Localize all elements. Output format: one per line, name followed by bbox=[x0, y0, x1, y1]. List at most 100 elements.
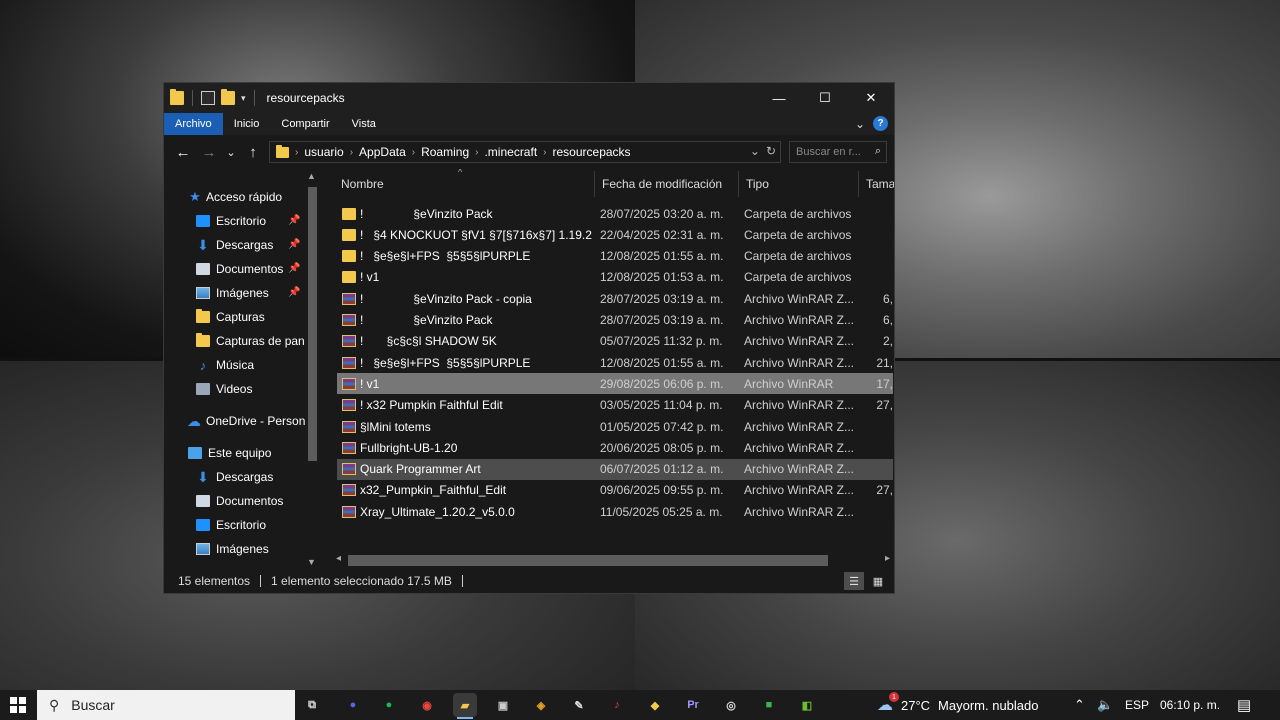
windows-start-icon[interactable] bbox=[10, 697, 26, 713]
back-arrow-icon[interactable]: ← bbox=[170, 144, 196, 161]
file-row[interactable]: ! v1 29/08/2025 06:06 p. m. Archivo WinRAR… bbox=[337, 373, 893, 395]
sidebar-item-escritorio[interactable]: Escritorio bbox=[196, 209, 266, 233]
column-size[interactable]: Tamaí bbox=[859, 169, 894, 199]
chevron-right-icon[interactable]: › bbox=[475, 147, 478, 158]
sidebar-scrollbar[interactable]: ▲ ▼ bbox=[305, 171, 319, 567]
sidebar-item-onedrive[interactable]: ☁ OneDrive - Person bbox=[186, 409, 305, 433]
forward-arrow-icon[interactable]: → bbox=[196, 144, 222, 161]
tab-compartir[interactable]: Compartir bbox=[270, 113, 340, 135]
scroll-right-icon[interactable]: ▸ bbox=[885, 553, 890, 564]
title-bar[interactable]: ▾ resourcepacks — ☐ ✕ bbox=[164, 83, 894, 113]
column-type[interactable]: Tipo bbox=[739, 169, 857, 199]
taskbar-search[interactable]: ⚲ Buscar bbox=[37, 690, 295, 720]
folder-icon[interactable] bbox=[170, 89, 184, 105]
file-row[interactable]: Quark Programmer Art 06/07/2025 01:12 a. … bbox=[337, 458, 893, 480]
customize-toolbar-icon[interactable]: ▾ bbox=[241, 93, 246, 104]
scroll-up-icon[interactable]: ▲ bbox=[307, 171, 316, 181]
store-icon[interactable]: ▣ bbox=[491, 693, 515, 717]
inkscape-icon[interactable]: ✎ bbox=[567, 693, 591, 717]
file-row[interactable]: ! §eVinzito Pack 28/07/2025 03:19 a. m. Ar… bbox=[337, 310, 893, 331]
grass-block-icon[interactable]: ◧ bbox=[795, 693, 819, 717]
sidebar-item-quick-access[interactable]: ★ Acceso rápido bbox=[188, 185, 282, 209]
address-history-chevron-icon[interactable]: ⌄ bbox=[750, 144, 760, 158]
pin-icon[interactable]: 📌 bbox=[288, 287, 300, 298]
sidebar-item-videos[interactable]: Videos bbox=[196, 377, 252, 401]
chevron-right-icon[interactable]: › bbox=[412, 147, 415, 158]
sidebar-item-capturas-de-pantalla[interactable]: Capturas de pan bbox=[196, 329, 305, 353]
file-row[interactable]: ! §c§c§l SHADOW 5K 05/07/2025 11:32 p. m.… bbox=[337, 331, 893, 352]
sidebar-item-pc-escritorio[interactable]: Escritorio bbox=[196, 513, 266, 537]
minecraft-icon[interactable]: ■ bbox=[757, 693, 781, 717]
sidebar-scroll-thumb[interactable] bbox=[308, 187, 317, 461]
scroll-left-icon[interactable]: ◂ bbox=[336, 553, 341, 564]
file-row[interactable]: ! §eVinzito Pack - copia 28/07/2025 03:19… bbox=[337, 288, 893, 309]
clock[interactable]: 06:10 p. m. bbox=[1160, 690, 1220, 720]
expand-ribbon-icon[interactable]: ⌄ bbox=[855, 117, 865, 131]
large-icons-view-icon[interactable]: ▦ bbox=[868, 572, 888, 590]
breadcrumb-resourcepacks[interactable]: resourcepacks bbox=[553, 145, 631, 159]
file-row[interactable]: ! §e§e§l+FPS §5§5§lPURPLE 12/08/2025 01:5… bbox=[337, 352, 893, 373]
chevron-right-icon[interactable]: › bbox=[543, 147, 546, 158]
help-icon[interactable]: ? bbox=[873, 116, 888, 131]
sidebar-item-capturas[interactable]: Capturas bbox=[196, 305, 265, 329]
file-row[interactable]: ! §4 KNOCKUOT §fV1 §7[§716x§7] 1.19.2 22/… bbox=[337, 224, 893, 245]
file-row[interactable]: §lMini totems 01/05/2025 07:42 p. m. Archi… bbox=[337, 416, 893, 437]
chrome-icon[interactable]: ◉ bbox=[415, 693, 439, 717]
language-indicator[interactable]: ESP bbox=[1125, 690, 1149, 720]
notifications-icon[interactable]: ▤ bbox=[1237, 690, 1251, 720]
weather-widget[interactable]: ☁ 27°C Mayorm. nublado bbox=[877, 690, 1039, 720]
sidebar-item-imagenes[interactable]: Imágenes bbox=[196, 281, 269, 305]
file-row[interactable]: ! x32 Pumpkin Faithful Edit 03/05/2025 11… bbox=[337, 395, 893, 416]
breadcrumb-appdata[interactable]: AppData bbox=[359, 145, 406, 159]
sidebar-item-documentos[interactable]: Documentos bbox=[196, 257, 283, 281]
sidebar-item-este-equipo[interactable]: Este equipo bbox=[188, 441, 271, 465]
game-icon[interactable]: ◈ bbox=[529, 693, 553, 717]
breadcrumb-usuario[interactable]: usuario bbox=[304, 145, 343, 159]
sidebar-item-pc-imagenes[interactable]: Imágenes bbox=[196, 537, 269, 561]
column-date[interactable]: Fecha de modificación bbox=[595, 169, 735, 199]
sidebar-item-pc-descargas[interactable]: ⬇ Descargas bbox=[196, 465, 273, 489]
tab-archivo[interactable]: Archivo bbox=[164, 113, 223, 135]
horizontal-scrollbar[interactable]: ◂ ▸ bbox=[334, 553, 894, 569]
file-row[interactable]: Xray_Ultimate_1.20.2_v5.0.0 11/05/2025 05… bbox=[337, 501, 893, 522]
column-name[interactable]: Nombre bbox=[334, 169, 588, 199]
recent-locations-chevron-icon[interactable]: ⌄ bbox=[222, 146, 240, 159]
file-row[interactable]: ! §eVinzito Pack 28/07/2025 03:20 a. m. Ca… bbox=[337, 203, 893, 224]
breadcrumb-roaming[interactable]: Roaming bbox=[421, 145, 469, 159]
file-row[interactable]: ! v1 12/08/2025 01:53 a. m. Carpeta de arc… bbox=[337, 267, 893, 288]
chevron-right-icon[interactable]: › bbox=[350, 147, 353, 158]
details-view-icon[interactable]: ☰ bbox=[844, 572, 864, 590]
search-box[interactable]: Buscar en r... ⌕ bbox=[789, 141, 887, 163]
scroll-down-icon[interactable]: ▼ bbox=[307, 557, 316, 567]
pin-icon[interactable]: 📌 bbox=[288, 263, 300, 274]
spotify-icon[interactable]: ● bbox=[377, 693, 401, 717]
new-folder-icon[interactable] bbox=[221, 89, 235, 105]
maximize-button[interactable]: ☐ bbox=[802, 83, 848, 113]
properties-icon[interactable] bbox=[201, 91, 215, 105]
minimize-button[interactable]: — bbox=[756, 83, 802, 113]
steam-icon[interactable]: ◎ bbox=[719, 693, 743, 717]
sidebar-item-musica[interactable]: ♪ Música bbox=[196, 353, 254, 377]
pin-icon[interactable]: 📌 bbox=[288, 239, 300, 250]
file-row[interactable]: ! §e§e§l+FPS §5§5§lPURPLE 12/08/2025 01:5… bbox=[337, 246, 893, 267]
close-button[interactable]: ✕ bbox=[848, 83, 894, 113]
file-row[interactable]: Fullbright-UB-1.20 20/06/2025 08:05 p. m.… bbox=[337, 437, 893, 458]
file-row[interactable]: x32_Pumpkin_Faithful_Edit 09/06/2025 09:5… bbox=[337, 480, 893, 501]
up-arrow-icon[interactable]: ↑ bbox=[240, 144, 266, 161]
task-view-icon[interactable]: ⧉ bbox=[300, 693, 324, 717]
horizontal-scroll-thumb[interactable] bbox=[348, 555, 828, 566]
tiktok-icon[interactable]: ♪ bbox=[605, 693, 629, 717]
address-bar[interactable]: › usuario › AppData › Roaming › .minecra… bbox=[269, 141, 781, 163]
premiere-icon[interactable]: Pr bbox=[681, 693, 705, 717]
pin-icon[interactable]: 📌 bbox=[288, 215, 300, 226]
tab-vista[interactable]: Vista bbox=[341, 113, 387, 135]
refresh-icon[interactable]: ↻ bbox=[766, 144, 776, 158]
discord-icon[interactable]: ● bbox=[341, 693, 365, 717]
file-explorer-icon[interactable]: ▰ bbox=[453, 693, 477, 719]
breadcrumb-minecraft[interactable]: .minecraft bbox=[484, 145, 537, 159]
volume-icon[interactable]: 🔈 bbox=[1097, 690, 1113, 720]
maps-icon[interactable]: ◆ bbox=[643, 693, 667, 717]
tab-inicio[interactable]: Inicio bbox=[223, 113, 271, 135]
sidebar-item-descargas[interactable]: ⬇ Descargas bbox=[196, 233, 273, 257]
sidebar-item-pc-documentos[interactable]: Documentos bbox=[196, 489, 283, 513]
